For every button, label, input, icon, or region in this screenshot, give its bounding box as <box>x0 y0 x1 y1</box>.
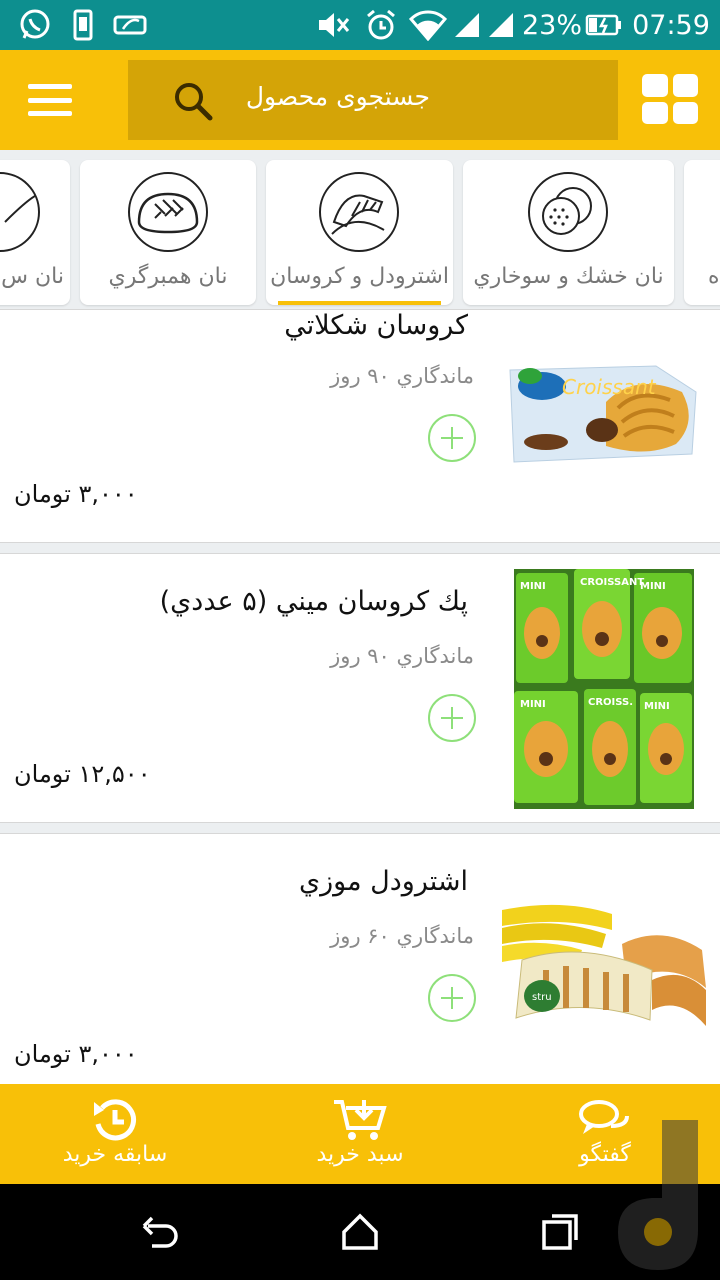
category-card-partial-left[interactable]: نان س <box>0 160 70 305</box>
clock: 07:59 <box>632 9 710 41</box>
purchase-history-button[interactable]: سابقه خريد <box>40 1084 190 1184</box>
category-strip[interactable]: ه نان خشك و سوخاري اشترودل و كروسان نان … <box>0 150 720 310</box>
product-shelf-life: ماندگاري ۶۰ روز <box>330 924 474 948</box>
mini-croissant-pack-image: MINI CROISSANT MINI MINI CROISS. MINI <box>514 569 694 809</box>
history-label: سابقه خريد <box>62 1142 168 1167</box>
cart-button[interactable]: سبد خريد <box>290 1084 430 1184</box>
product-card[interactable]: اشترودل موزي ماندگاري ۶۰ روز ۳,۰۰۰ تومان… <box>0 833 720 1084</box>
home-icon[interactable] <box>340 1212 380 1252</box>
category-label: نان همبرگري <box>108 264 228 289</box>
add-to-cart-button[interactable] <box>428 974 476 1022</box>
svg-text:MINI: MINI <box>644 701 670 712</box>
watermark-logo <box>618 1120 698 1270</box>
svg-text:CROISS.: CROISS. <box>588 697 633 708</box>
svg-text:CROISSANT: CROISSANT <box>580 577 644 588</box>
category-label: اشترودل و كروسان <box>270 264 449 289</box>
croissant-icon <box>319 172 399 252</box>
svg-text:Croissant: Croissant <box>562 375 657 399</box>
svg-text:MINI: MINI <box>520 699 546 710</box>
product-price: ۳,۰۰۰ تومان <box>14 480 138 508</box>
product-shelf-life: ماندگاري ۹۰ روز <box>330 644 474 668</box>
category-card-crackers[interactable]: نان خشك و سوخاري <box>463 160 674 305</box>
cart-label: سبد خريد <box>316 1142 404 1167</box>
mute-icon <box>314 0 352 50</box>
category-label: ه <box>708 264 720 289</box>
search-input[interactable]: جستجوی محصول <box>128 60 618 140</box>
add-to-cart-button[interactable] <box>428 414 476 462</box>
chocolate-croissant-image: Croissant <box>506 362 698 466</box>
alarm-icon <box>362 0 400 50</box>
category-card-croissant[interactable]: اشترودل و كروسان <box>266 160 453 305</box>
product-title: كروسان شكلاتي <box>284 310 468 341</box>
banana-strudel-image: stru <box>502 900 706 1036</box>
baguette-icon <box>0 172 40 252</box>
search-placeholder: جستجوی محصول <box>245 82 430 111</box>
svg-text:stru: stru <box>532 992 552 1003</box>
add-to-cart-button[interactable] <box>428 694 476 742</box>
category-label: نان خشك و سوخاري <box>473 264 664 289</box>
category-label: نان س <box>1 264 64 289</box>
product-shelf-life: ماندگاري ۹۰ روز <box>330 364 474 388</box>
product-price: ۳,۰۰۰ تومان <box>14 1040 138 1068</box>
selected-underline <box>278 301 441 305</box>
whatsapp-icon <box>14 0 56 50</box>
signal-icon <box>452 0 482 50</box>
grid-icon[interactable] <box>642 74 698 124</box>
menu-icon[interactable] <box>22 78 78 122</box>
battery-percent: 23% <box>522 9 583 41</box>
svg-text:MINI: MINI <box>520 581 546 592</box>
recents-icon[interactable] <box>540 1212 580 1252</box>
app-bar: جستجوی محصول <box>0 50 720 150</box>
burger-bun-icon <box>128 172 208 252</box>
category-card-partial[interactable]: ه <box>684 160 720 305</box>
history-icon <box>94 1099 136 1141</box>
cart-icon <box>334 1100 387 1140</box>
product-card[interactable]: پك كروسان ميني (۵ عددي) ماندگاري ۹۰ روز … <box>0 553 720 823</box>
category-card-burger-bun[interactable]: نان همبرگري <box>80 160 256 305</box>
cracker-icon <box>528 172 608 252</box>
product-title: اشترودل موزي <box>298 866 468 897</box>
product-price: ۱۲,۵۰۰ تومان <box>14 760 151 788</box>
svg-text:MINI: MINI <box>640 581 666 592</box>
back-icon[interactable] <box>140 1212 180 1252</box>
signal-2-icon <box>486 0 516 50</box>
battery-charging-icon <box>584 0 624 50</box>
search-icon[interactable] <box>172 80 214 122</box>
product-card[interactable]: كروسان شكلاتي ماندگاري ۹۰ روز ۳,۰۰۰ توما… <box>0 309 720 543</box>
product-title: پك كروسان ميني (۵ عددي) <box>159 586 468 617</box>
battery-saver-icon <box>112 0 152 50</box>
wifi-icon <box>408 0 448 50</box>
status-bar: 23% 07:59 <box>0 0 720 50</box>
phone-vibrate-icon <box>66 0 100 50</box>
